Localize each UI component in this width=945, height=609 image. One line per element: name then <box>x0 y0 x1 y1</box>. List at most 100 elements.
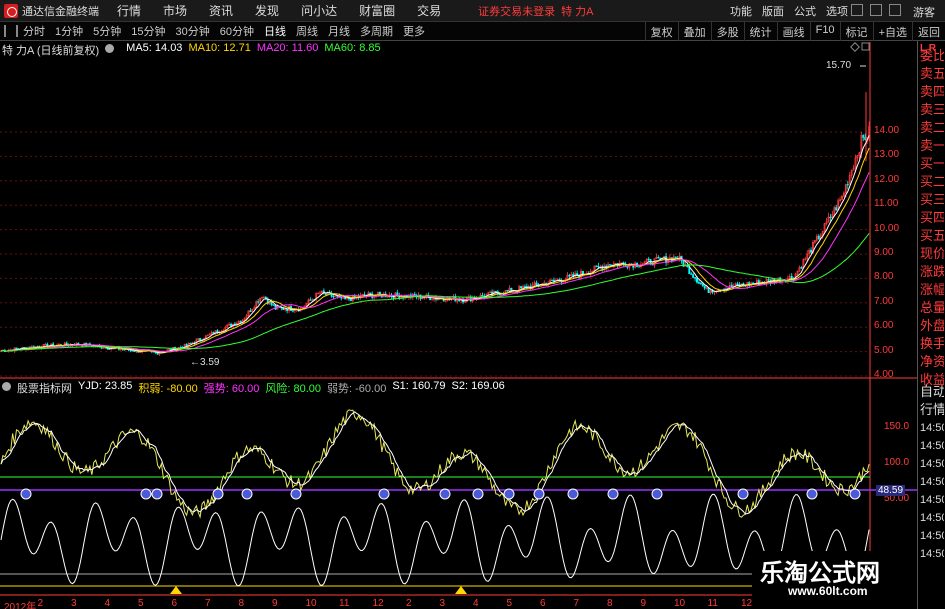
indicator-value-3: 风险: 80.00 <box>265 383 322 395</box>
candle-body <box>829 216 832 218</box>
price-tick-3: 11.00 <box>874 198 899 210</box>
candle-body <box>790 276 793 279</box>
quote-label-1: 卖五 <box>920 66 944 81</box>
indicator-value-2: 强势: 60.00 <box>203 383 260 395</box>
candle-body <box>349 298 352 302</box>
buy-signal-marker <box>472 488 484 500</box>
candle-body <box>697 282 700 284</box>
candle-body <box>332 296 335 298</box>
high-price-label: 15.70 <box>826 60 852 71</box>
watermark-url: www.60lt.com <box>788 584 868 598</box>
date-tick-12: 2 <box>406 598 412 609</box>
ma-value-2: MA20: 11.60 <box>256 42 319 54</box>
candle-body <box>535 282 538 285</box>
quote-label-5: 卖一 <box>920 138 944 153</box>
candle-body <box>506 290 509 292</box>
candle-body <box>597 266 600 268</box>
candle-body <box>810 249 813 253</box>
date-tick-15: 5 <box>506 598 513 609</box>
buy-signal-marker <box>151 488 163 500</box>
ma-value-0: MA5: 14.03 <box>126 42 183 54</box>
indicator-value-1: 积弱: -80.00 <box>138 383 198 395</box>
candle-body <box>609 264 611 266</box>
date-tick-2: 3 <box>71 598 77 609</box>
stock-period-label: 特 力A (日线前复权) <box>2 45 100 57</box>
quote-label-7: 买二 <box>920 174 944 189</box>
candle-body <box>551 279 553 281</box>
date-tick-6: 7 <box>205 598 211 609</box>
date-tick-4: 5 <box>138 598 144 609</box>
eye-icon[interactable] <box>105 44 115 53</box>
price-tick-0: 14.00 <box>874 125 900 136</box>
quote-label-10: 买五 <box>920 228 944 243</box>
chart-option-icon <box>850 42 860 52</box>
candle-body <box>800 267 803 269</box>
candle-body <box>156 352 159 355</box>
candle-body <box>272 304 275 306</box>
candle-body <box>730 284 733 288</box>
candle-body <box>659 257 662 259</box>
buy-signal-marker <box>806 488 818 500</box>
candle-body <box>108 348 111 350</box>
quote-label-16: 换手 <box>920 336 944 351</box>
quote-time-5: 14:50 <box>920 476 944 488</box>
ma10-line <box>0 147 870 353</box>
candle-body <box>647 258 650 260</box>
buy-signal-marker <box>533 488 545 500</box>
price-tick-6: 8.00 <box>874 271 894 283</box>
indicator-value-0: YJD: 23.85 <box>78 380 133 392</box>
candle-body <box>736 283 739 285</box>
candle-body <box>249 310 252 312</box>
candle-body <box>862 135 865 138</box>
quote-time-6: 14:50 <box>920 494 944 506</box>
kline-chart-canvas[interactable] <box>0 0 945 609</box>
date-tick-0: 2012年 <box>4 602 37 609</box>
quote-label-11: 现价 <box>920 246 944 261</box>
candle-body <box>626 266 629 268</box>
indicator-info-line: 股票指标网 YJD: 23.85 积弱: -80.00 强势: 60.00 风险: 8… <box>2 380 505 395</box>
quote-label-13: 涨幅 <box>920 282 944 297</box>
quote-side-panel: L R 委比 卖五 卖四 卖三 卖二 卖一 买一 买二 买三 买四 买五 现价 涨跌 涨幅 总量 外盘 换手 净资… <box>917 41 945 609</box>
date-tick-18: 8 <box>607 598 613 609</box>
candle-body <box>581 270 584 275</box>
quote-label-2: 卖四 <box>920 84 944 99</box>
quote-time-3: 14:50 <box>920 440 944 452</box>
candle-body <box>657 256 660 259</box>
quote-label-3: 卖三 <box>920 102 944 117</box>
eye-icon[interactable] <box>2 382 11 391</box>
date-tick-7: 8 <box>238 598 245 609</box>
indicator-tick-0: 150.0 <box>884 421 910 432</box>
candle-body <box>133 350 136 353</box>
indicator-tick-1: 100.0 <box>884 457 910 468</box>
date-tick-14: 4 <box>473 598 479 609</box>
buy-signal-marker <box>20 488 32 500</box>
chart-expand-icon <box>861 42 870 51</box>
candle-body <box>694 277 697 279</box>
candle-body <box>23 347 26 349</box>
s2-line <box>0 411 870 515</box>
quote-label-17: 净资 <box>920 354 944 369</box>
candle-body <box>568 275 571 277</box>
price-tick-10: 4.00 <box>874 369 894 380</box>
candle-body <box>523 286 526 288</box>
candle-body <box>846 184 849 186</box>
indicator-value-5: S1: 160.79 <box>392 380 446 392</box>
candle-body <box>520 286 523 289</box>
quote-label-4: 卖二 <box>920 120 944 135</box>
date-tick-21: 11 <box>707 598 718 609</box>
date-tick-16: 6 <box>540 598 546 609</box>
indicator-value-4: 弱势: -60.00 <box>327 383 387 395</box>
buy-signal-marker <box>849 488 861 500</box>
candle-body <box>552 279 555 282</box>
candle-body <box>369 292 372 294</box>
buy-signal-marker <box>607 488 619 500</box>
buy-signal-marker <box>290 488 302 500</box>
ma20-line <box>0 172 870 353</box>
candle-body <box>239 321 242 323</box>
buy-signal-marker <box>140 488 152 500</box>
candle-body <box>674 256 677 259</box>
buy-signal-marker <box>212 488 224 500</box>
buy-signal-marker <box>651 488 663 500</box>
watermark-title: 乐淘公式网 <box>760 558 880 587</box>
candle-body <box>703 285 706 289</box>
